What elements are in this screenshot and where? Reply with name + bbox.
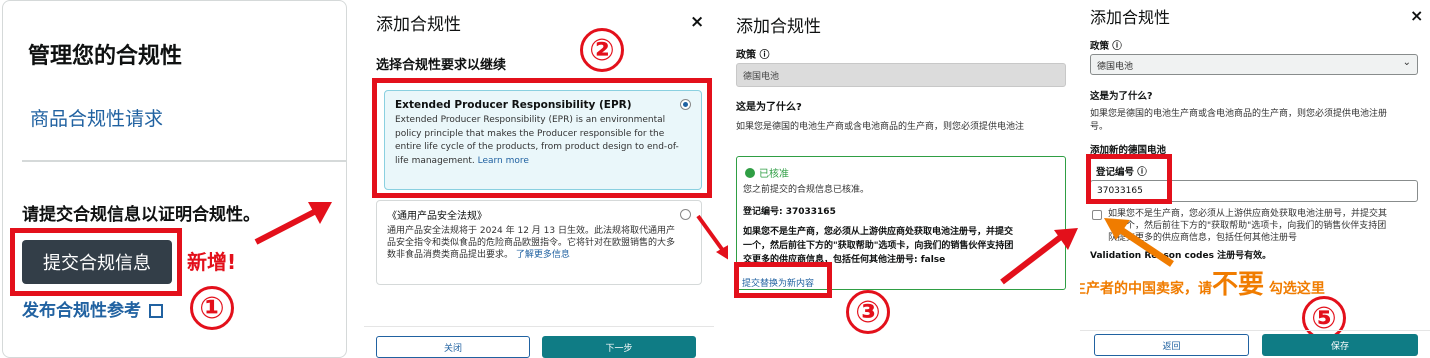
external-link-icon	[149, 304, 163, 318]
next-button[interactable]: 下一步	[542, 336, 696, 358]
red-arrow-icon	[1000, 228, 1078, 285]
option-gpsr-title: 《通用产品安全法规》	[387, 211, 487, 222]
why-label: 这是为了什么?	[1090, 91, 1153, 102]
policy-label: 政策 ⓘ	[736, 50, 770, 61]
check-circle-icon	[745, 168, 755, 178]
highlight-box	[734, 262, 832, 298]
back-button[interactable]: 返回	[1094, 334, 1249, 356]
modal-title: 添加合规性	[376, 15, 461, 35]
step-2-marker: ②	[580, 28, 624, 72]
highlight-box	[372, 78, 712, 198]
page-title: 管理您的合规性	[28, 44, 183, 69]
approved-status: 已核准	[745, 165, 789, 180]
add-compliance-modal-step3: 添加合规性 × 政策 ⓘ 德国电池 ⌄ 这是为了什么? 如果您是德国的电池生产商或…	[1080, 0, 1430, 358]
highlight-box	[10, 228, 182, 296]
step-3-marker: ③	[846, 290, 890, 334]
note-line-1: 如果您不是生产商，您必须从上游供应商处获取电池注册号，并提交	[743, 227, 1014, 237]
modal-title: 添加合规性	[1090, 8, 1171, 27]
chevron-down-icon: ⌄	[1402, 57, 1411, 68]
new-annotation: 新增!	[187, 250, 237, 274]
note-line-2: 一个，然后前往下方的"获取帮助"选项卡，向我们的销售伙伴支持团	[743, 241, 1014, 251]
modal-subtitle: 选择合规性要求以继续	[376, 58, 507, 73]
save-button[interactable]: 保存	[1262, 334, 1418, 356]
approved-text: 您之前提交的合规信息已核准。	[743, 185, 870, 195]
red-arrow-icon	[254, 202, 332, 245]
step-1-marker: ①	[190, 286, 234, 330]
add-compliance-modal-step1: 添加合规性 × 选择合规性要求以继续 ② Extended Producer R…	[364, 0, 714, 358]
why-label: 这是为了什么?	[736, 102, 802, 113]
modal-title: 添加合规性	[736, 17, 821, 37]
radio-unselected-icon[interactable]	[680, 209, 691, 220]
why-text-1: 如果您是德国的电池生产商或含电池商品的生产商，则您必须提供电池注册	[1090, 109, 1388, 119]
option-gpsr-desc: 通用产品安全法规将于 2024 年 12 月 13 日生效。此法规将取代通用产品…	[387, 226, 676, 260]
why-text: 如果您是德国的电池生产商或含电池商品的生产商，则您必须提供电池注	[736, 122, 1025, 132]
publish-link-label: 发布合规性参考	[22, 301, 141, 321]
close-icon[interactable]: ×	[690, 12, 704, 32]
learn-more-link-cn[interactable]: 了解更多信息	[516, 250, 570, 260]
policy-label: 政策 ⓘ	[1090, 41, 1122, 52]
submit-prompt: 请提交合规信息以证明合规性。	[22, 205, 260, 225]
divider	[22, 160, 347, 162]
highlight-box	[1086, 154, 1172, 204]
footer-divider	[1080, 330, 1430, 331]
orange-arrow-icon	[1104, 218, 1174, 267]
close-button[interactable]: 关闭	[376, 336, 530, 358]
policy-select[interactable]: 德国电池	[736, 63, 1066, 87]
publish-reference-link[interactable]: 发布合规性参考	[22, 296, 163, 321]
registration-number: 登记编号: 37033165	[743, 207, 836, 217]
add-compliance-modal-step2: 添加合规性 政策 ⓘ 德国电池 这是为了什么? 如果您是德国的电池生产商或含电池…	[728, 0, 1066, 358]
product-compliance-request-link[interactable]: 商品合规性请求	[30, 104, 163, 131]
manage-compliance-panel: 管理您的合规性 商品合规性请求 请提交合规信息以证明合规性。 提交合规信息 新增…	[0, 0, 350, 358]
option-gpsr[interactable]: 《通用产品安全法规》 通用产品安全法规将于 2024 年 12 月 13 日生效…	[376, 200, 702, 285]
close-icon[interactable]: ×	[1410, 6, 1423, 25]
footer-divider	[364, 326, 714, 327]
why-text-2: 号。	[1090, 122, 1109, 132]
policy-select[interactable]: 德国电池 ⌄	[1090, 54, 1418, 75]
